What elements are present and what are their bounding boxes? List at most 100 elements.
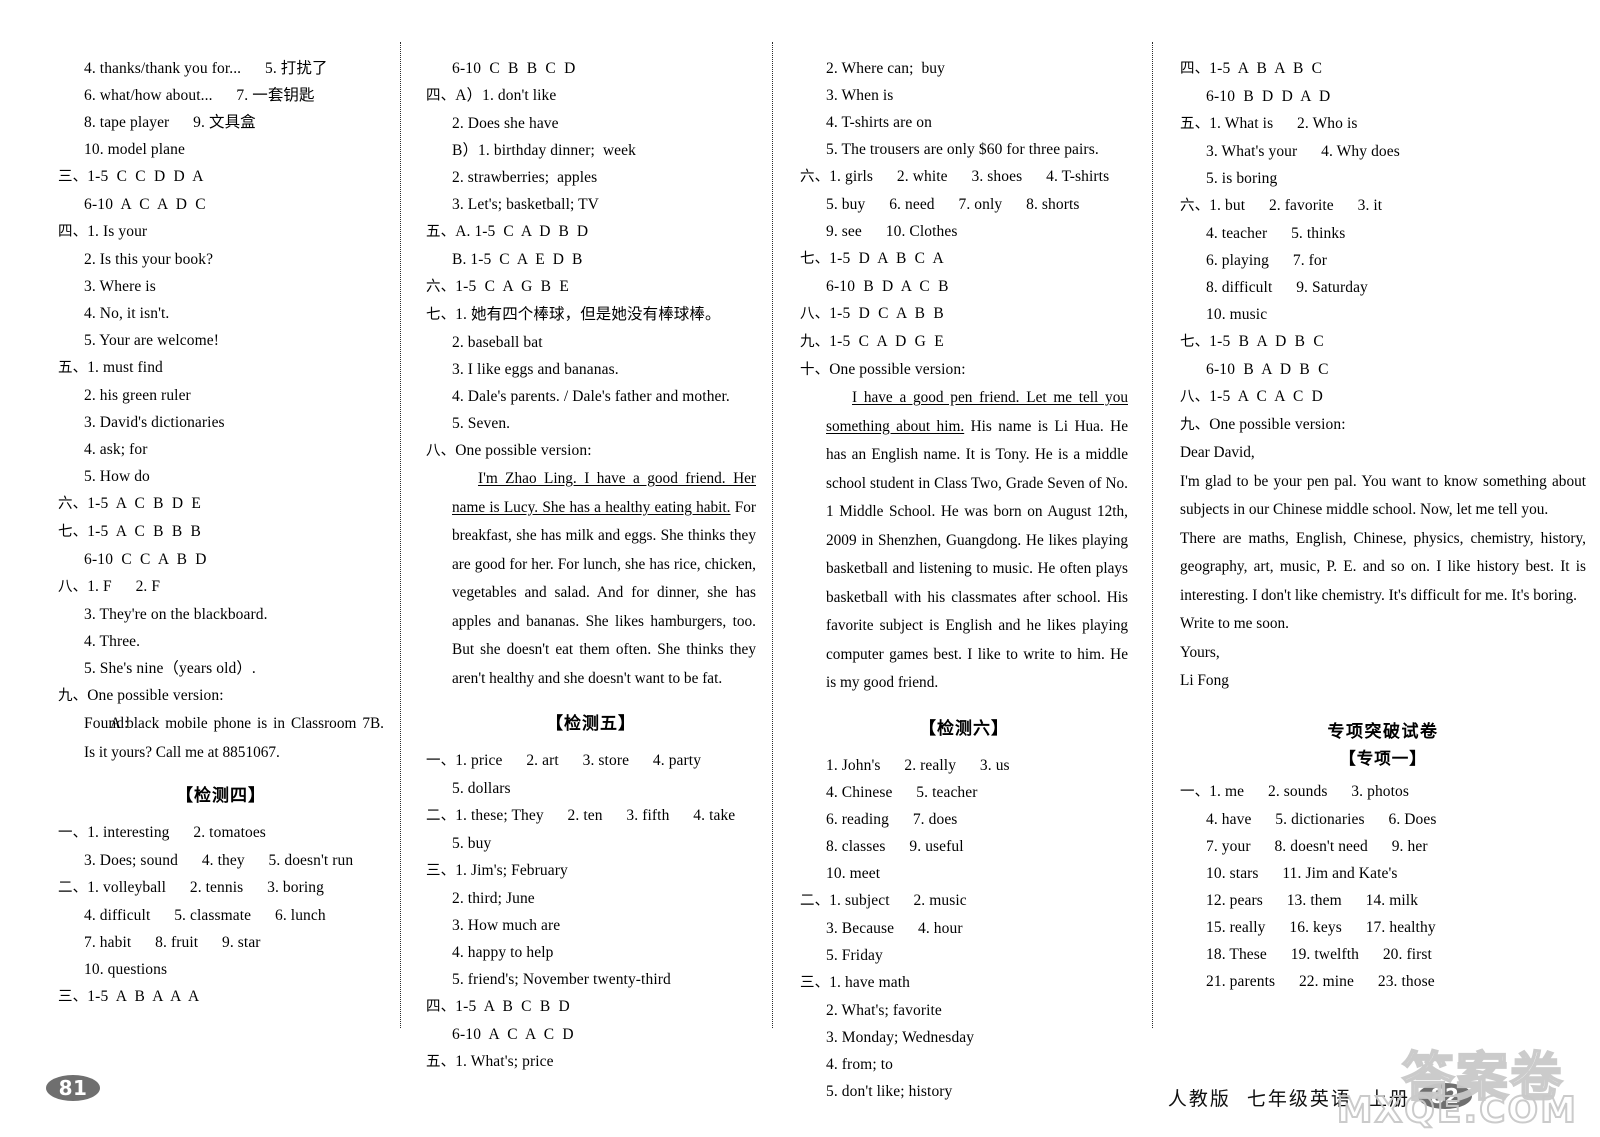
answer-line: 2. his green ruler bbox=[58, 382, 384, 409]
answer-line: 2. Where can; buy bbox=[800, 55, 1128, 82]
list-marker: 三、 bbox=[800, 974, 830, 991]
answer-line: 七、 1-5 D A B C A bbox=[800, 245, 1128, 273]
answer-line: 4. happy to help bbox=[426, 939, 756, 966]
answer-text: 4. difficult 5. classmate 6. lunch bbox=[84, 907, 326, 924]
answer-line: 3. Does; sound 4. they 5. doesn't run bbox=[58, 847, 384, 874]
answer-line: 3. Because 4. hour bbox=[800, 915, 1128, 942]
list-marker: 三、 bbox=[58, 169, 88, 185]
answer-line: 7. your 8. doesn't need 9. her bbox=[1180, 833, 1586, 860]
answer-text: 12. pears 13. them 14. milk bbox=[1206, 891, 1419, 909]
answer-text: B. 1-5 C A E D B bbox=[452, 251, 583, 268]
answer-text: 1. Is your bbox=[87, 223, 148, 240]
answer-line: 二、 1. these; They 2. ten 3. fifth 4. take bbox=[426, 802, 756, 830]
answer-text: 6-10 B D D A D bbox=[1206, 88, 1331, 105]
answer-text: 1-5 B A D B C bbox=[1209, 333, 1324, 350]
answer-line: 5. Friday bbox=[800, 942, 1128, 969]
answer-line: 6-10 B D D A D bbox=[1180, 83, 1586, 110]
answer-line: 5. Seven. bbox=[426, 410, 756, 437]
answer-line: 2. What's; favorite bbox=[800, 997, 1128, 1024]
answer-line: 四、 1-5 A B A B C bbox=[1180, 55, 1586, 83]
answer-text: 21. parents 22. mine 23. those bbox=[1206, 972, 1435, 990]
answer-text: 8. tape player 9. 文具盒 bbox=[84, 114, 256, 131]
answer-line: 3. Where is bbox=[58, 273, 384, 300]
answer-text: 6. reading 7. does bbox=[826, 810, 958, 828]
answer-text: 1. must find bbox=[87, 359, 163, 376]
list-marker: 二、 bbox=[426, 808, 456, 824]
answer-text: One possible version: bbox=[829, 361, 966, 378]
list-marker: 四、 bbox=[426, 999, 456, 1015]
list-marker: 八、 bbox=[58, 579, 88, 595]
answer-text: 5. The trousers are only $60 for three p… bbox=[826, 141, 1099, 158]
answer-line: 五、 1. What is 2. Who is bbox=[1180, 110, 1586, 138]
page-number-right: 82 bbox=[1418, 1083, 1472, 1109]
answer-line: 一、 1. price 2. art 3. store 4. party bbox=[426, 747, 756, 775]
answer-text: 4. Dale's parents. / Dale's father and m… bbox=[452, 388, 730, 405]
answer-text: 1. interesting 2. tomatoes bbox=[87, 824, 266, 841]
answer-text: A）1. don't like bbox=[455, 87, 557, 104]
answer-text: 3. David's dictionaries bbox=[84, 414, 225, 431]
answer-text: 1-5 D A B C A bbox=[829, 250, 944, 267]
answer-text: 1-5 D C A B B bbox=[829, 305, 944, 322]
answer-text: 10. stars 11. Jim and Kate's bbox=[1206, 864, 1398, 882]
answer-line: 4. T-shirts are on bbox=[800, 109, 1128, 136]
answer-line: 二、 1. subject 2. music bbox=[800, 887, 1128, 915]
answer-line: 4. No, it isn't. bbox=[58, 300, 384, 327]
answer-text: 3. They're on the blackboard. bbox=[84, 606, 268, 623]
answer-text: 5. Your are welcome! bbox=[84, 332, 220, 349]
answer-line: 一、 1. interesting 2. tomatoes bbox=[58, 819, 384, 847]
answer-line: 5. She's nine（years old）. bbox=[58, 655, 384, 682]
answer-text: 3. Where is bbox=[84, 278, 156, 295]
list-marker: 四、 bbox=[58, 224, 88, 240]
answer-line: 五、 A. 1-5 C A D B D bbox=[426, 218, 756, 246]
answer-line: 七、 1-5 A C B B B bbox=[58, 518, 384, 546]
answer-text: 1. me 2. sounds 3. photos bbox=[1209, 782, 1410, 800]
answer-text: 5. She's nine（years old）. bbox=[84, 660, 256, 677]
answer-line: 4. Chinese 5. teacher bbox=[800, 779, 1128, 806]
answer-line: 15. really 16. keys 17. healthy bbox=[1180, 914, 1586, 941]
list-marker: 六、 bbox=[1180, 198, 1210, 214]
answer-text: A. 1-5 C A D B D bbox=[455, 223, 589, 240]
answer-text: 2. his green ruler bbox=[84, 387, 191, 404]
answer-column-4: 四、 1-5 A B A B C 6-10 B D D A D 五、 1. What i… bbox=[1142, 0, 1600, 1040]
answer-text: 2. Is this your book? bbox=[84, 251, 214, 268]
answer-line: 10. music bbox=[1180, 301, 1586, 328]
list-marker: 九、 bbox=[1180, 417, 1210, 433]
col3-composition-rest: His name is Li Hua. He has an English na… bbox=[826, 417, 1129, 692]
answer-text: 5. buy 6. need 7. only 8. shorts bbox=[826, 196, 1080, 213]
answer-line: 六、 1. girls 2. white 3. shoes 4. T-shirts bbox=[800, 163, 1128, 191]
answer-text: 4. ask; for bbox=[84, 441, 148, 458]
answer-line: 七、 1-5 B A D B C bbox=[1180, 328, 1586, 356]
list-marker: 五、 bbox=[426, 224, 456, 240]
answer-text: 1-5 C A G B E bbox=[455, 278, 570, 295]
col2-lines: 6-10 C B B C D 四、 A）1. don't like 2. Does s… bbox=[426, 55, 756, 465]
heading-test4: 【检测四】 bbox=[176, 786, 266, 806]
list-marker: 七、 bbox=[800, 251, 830, 267]
answer-line: 21. parents 22. mine 23. those bbox=[1180, 968, 1586, 995]
answer-text: One possible version: bbox=[1209, 416, 1346, 433]
col2-after-lines: 一、 1. price 2. art 3. store 4. party 5. do… bbox=[426, 747, 756, 1076]
answer-text: 4. T-shirts are on bbox=[826, 114, 932, 131]
answer-line: 4. difficult 5. classmate 6. lunch bbox=[58, 902, 384, 929]
answer-line: 5. friend's; November twenty-third bbox=[426, 966, 756, 993]
answer-line: 6-10 B A D B C bbox=[1180, 356, 1586, 383]
list-marker: 八、 bbox=[800, 306, 830, 322]
answer-line: 4. have 5. dictionaries 6. Does bbox=[1180, 806, 1586, 833]
list-marker: 一、 bbox=[426, 753, 456, 769]
answer-line: 五、 1. must find bbox=[58, 354, 384, 382]
answer-line: 十、 One possible version: bbox=[800, 356, 1128, 384]
answer-text: 5. Friday bbox=[826, 946, 883, 964]
answer-text: 1-5 A C B D E bbox=[87, 495, 202, 512]
page-footer: 81 人教版 七年级英语 上册 82 答案卷 MXQE.COM bbox=[0, 1041, 1600, 1137]
list-marker: 三、 bbox=[426, 863, 456, 879]
answer-text: 4. have 5. dictionaries 6. Does bbox=[1206, 810, 1437, 828]
answer-text: 1. but 2. favorite 3. it bbox=[1209, 197, 1383, 214]
answer-line: 三、 1. Jim's; February bbox=[426, 857, 756, 885]
list-marker: 九、 bbox=[800, 334, 830, 350]
col1-lines: 4. thanks/thank you for... 5. 打扰了 6. what… bbox=[58, 55, 384, 737]
answer-line: 六、 1-5 A C B D E bbox=[58, 490, 384, 518]
answer-text: 5. Seven. bbox=[452, 415, 511, 432]
list-marker: 七、 bbox=[58, 524, 88, 540]
answer-line: 10. stars 11. Jim and Kate's bbox=[1180, 860, 1586, 887]
answer-line: 10. questions bbox=[58, 956, 384, 983]
answer-line: 六、 1. but 2. favorite 3. it bbox=[1180, 192, 1586, 220]
